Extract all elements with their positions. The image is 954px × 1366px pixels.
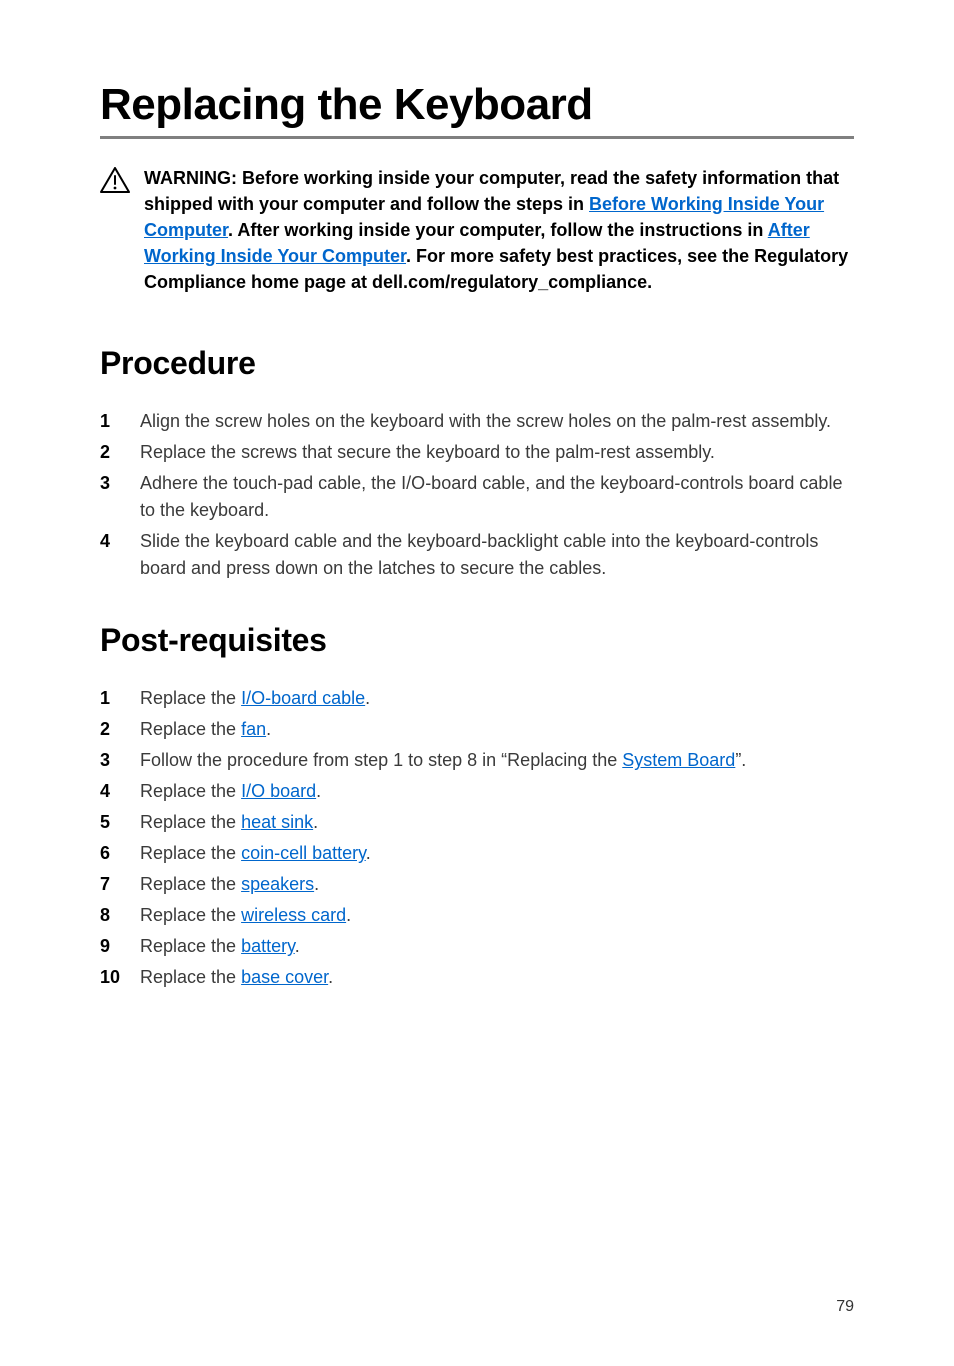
warning-text: WARNING: Before working inside your comp… [144, 165, 854, 295]
list-item: Replace the screws that secure the keybo… [100, 439, 854, 466]
step-text: Replace the [140, 688, 241, 708]
base-cover-link[interactable]: base cover [241, 967, 328, 987]
speakers-link[interactable]: speakers [241, 874, 314, 894]
io-board-link[interactable]: I/O board [241, 781, 316, 801]
list-item: Replace the speakers. [100, 871, 854, 898]
list-item: Adhere the touch-pad cable, the I/O-boar… [100, 470, 854, 524]
step-text: Replace the [140, 936, 241, 956]
page-title: Replacing the Keyboard [100, 80, 854, 139]
wireless-card-link[interactable]: wireless card [241, 905, 346, 925]
step-text: . [366, 843, 371, 863]
coin-cell-battery-link[interactable]: coin-cell battery [241, 843, 366, 863]
step-text: . [266, 719, 271, 739]
list-item: Replace the battery. [100, 933, 854, 960]
step-text: . [314, 874, 319, 894]
step-text: ”. [735, 750, 746, 770]
step-text: . [316, 781, 321, 801]
heat-sink-link[interactable]: heat sink [241, 812, 313, 832]
procedure-list: Align the screw holes on the keyboard wi… [100, 408, 854, 582]
post-requisites-heading: Post-requisites [100, 622, 854, 659]
list-item: Follow the procedure from step 1 to step… [100, 747, 854, 774]
step-text: Replace the [140, 874, 241, 894]
step-text: . [295, 936, 300, 956]
list-item: Replace the heat sink. [100, 809, 854, 836]
fan-link[interactable]: fan [241, 719, 266, 739]
battery-link[interactable]: battery [241, 936, 295, 956]
step-text: . [365, 688, 370, 708]
list-item: Align the screw holes on the keyboard wi… [100, 408, 854, 435]
system-board-link[interactable]: System Board [622, 750, 735, 770]
step-text: Replace the [140, 967, 241, 987]
io-board-cable-link[interactable]: I/O-board cable [241, 688, 365, 708]
step-text: . [328, 967, 333, 987]
page-number: 79 [836, 1298, 854, 1316]
post-requisites-list: Replace the I/O-board cable. Replace the… [100, 685, 854, 991]
step-text: Replace the [140, 719, 241, 739]
warning-block: WARNING: Before working inside your comp… [100, 165, 854, 295]
list-item: Replace the coin-cell battery. [100, 840, 854, 867]
step-text: Follow the procedure from step 1 to step… [140, 750, 622, 770]
list-item: Replace the I/O-board cable. [100, 685, 854, 712]
list-item: Replace the base cover. [100, 964, 854, 991]
list-item: Replace the fan. [100, 716, 854, 743]
warning-icon [100, 167, 130, 200]
list-item: Replace the wireless card. [100, 902, 854, 929]
warning-mid1: . After working inside your computer, fo… [228, 220, 768, 240]
procedure-heading: Procedure [100, 345, 854, 382]
step-text: . [346, 905, 351, 925]
step-text: Replace the [140, 812, 241, 832]
step-text: Replace the [140, 781, 241, 801]
list-item: Replace the I/O board. [100, 778, 854, 805]
step-text: Replace the [140, 905, 241, 925]
step-text: . [313, 812, 318, 832]
list-item: Slide the keyboard cable and the keyboar… [100, 528, 854, 582]
step-text: Replace the [140, 843, 241, 863]
